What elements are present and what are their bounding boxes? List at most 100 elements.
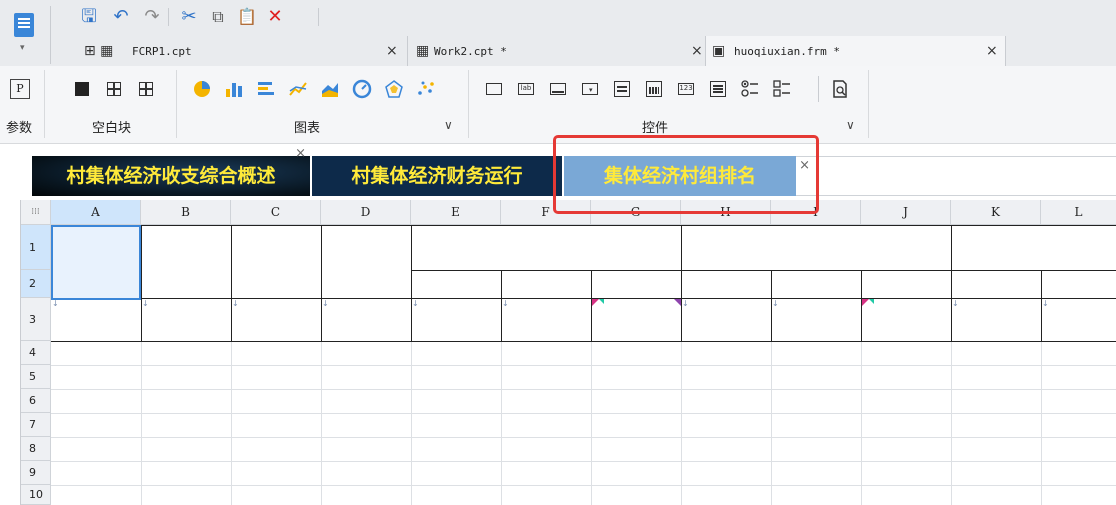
formula-marker [869, 299, 874, 304]
column-header[interactable]: K [951, 200, 1041, 225]
absolute-block-icon[interactable] [72, 79, 92, 99]
checkbox-group-widget-icon[interactable] [772, 79, 792, 99]
blank-block-group-label: 空白块 [92, 121, 132, 136]
scatter-chart-icon[interactable] [416, 79, 436, 99]
cell-border [141, 225, 142, 341]
bar-chart-icon[interactable] [224, 79, 244, 99]
chart-group-label: 图表 [294, 121, 321, 136]
delete-icon[interactable]: ✕ [264, 6, 286, 28]
divider [176, 70, 177, 138]
row-header[interactable]: 7 [21, 413, 51, 437]
cut-icon[interactable]: ✂ [178, 6, 200, 28]
tab-label: 村集体经济收支综合概述 [66, 165, 276, 187]
gauge-chart-icon[interactable] [352, 79, 372, 99]
undo-icon[interactable]: ↶ [110, 6, 132, 28]
app-menu-button[interactable]: ▾ [8, 7, 40, 63]
row-header[interactable]: 10 [21, 485, 51, 505]
condition-marker [674, 299, 681, 306]
report-file-icon: ⊞ ▦ [84, 43, 114, 59]
close-icon[interactable]: × [386, 43, 398, 59]
parameter-icon[interactable]: P [10, 79, 30, 99]
grid-line [231, 341, 232, 505]
row-header[interactable]: 6 [21, 389, 51, 413]
copy-icon[interactable]: ⧉ [207, 6, 229, 28]
grid-line [51, 437, 1116, 438]
file-tab-huoqiuxian[interactable]: ▣ huoqiuxian.frm * × [706, 36, 1006, 66]
grid-line [501, 341, 502, 505]
close-icon[interactable]: × [986, 43, 998, 59]
file-tab-fcrp1[interactable]: ⊞ ▦ FCRP1.cpt × [78, 36, 408, 66]
cell-border [411, 225, 412, 341]
date-widget-icon[interactable] [644, 79, 664, 99]
spreadsheet-grid[interactable]: ⁞⁞⁞ A B C D E F G H I J K L 1 2 3 4 5 6 … [20, 200, 1116, 505]
grid-line [141, 341, 142, 505]
cell-border [51, 341, 1116, 342]
expand-down-marker: ↓ [502, 299, 509, 308]
document-icon [14, 13, 34, 37]
row-header[interactable]: 5 [21, 365, 51, 389]
column-header[interactable]: L [1041, 200, 1116, 225]
paste-icon[interactable]: 📋 [236, 6, 258, 28]
horizontal-bar-chart-icon[interactable] [256, 79, 276, 99]
radio-group-widget-icon[interactable] [740, 79, 760, 99]
select-all-corner[interactable]: ⁞⁞⁞ [21, 200, 51, 225]
grid-line [591, 341, 592, 505]
line-chart-icon[interactable] [288, 79, 308, 99]
file-tab-work2[interactable]: ▦ Work2.cpt * × [408, 36, 706, 66]
text-area-widget-icon[interactable] [708, 79, 728, 99]
tab-block-icon[interactable] [136, 79, 156, 99]
grid-line [51, 485, 1116, 486]
save-icon[interactable]: 🖫 [78, 6, 100, 28]
row-header[interactable]: 2 [21, 270, 51, 298]
row-header[interactable]: 9 [21, 461, 51, 485]
column-header[interactable]: B [141, 200, 231, 225]
grid-line [411, 341, 412, 505]
chevron-down-icon: ▾ [20, 43, 25, 53]
divider [318, 8, 319, 26]
expand-down-marker: ↓ [412, 299, 419, 308]
condition-marker [862, 299, 869, 306]
column-header[interactable]: A [51, 200, 141, 225]
text-field-widget-icon[interactable] [548, 79, 568, 99]
column-header[interactable]: E [411, 200, 501, 225]
tab-summary-overview[interactable]: 村集体经济收支综合概述 × [32, 146, 310, 196]
cell-border [681, 225, 682, 341]
file-tab-label: huoqiuxian.frm * [734, 45, 840, 58]
column-header[interactable]: J [861, 200, 951, 225]
radar-chart-icon[interactable] [384, 79, 404, 99]
row-header[interactable]: 1 [21, 225, 51, 270]
cell-border [51, 225, 1116, 226]
tab-finance-operation[interactable]: 村集体经济财务运行 [312, 156, 562, 196]
number-widget-icon[interactable]: 123 [676, 79, 696, 99]
label-widget-icon[interactable]: lab [516, 79, 536, 99]
dropdown-widget-icon[interactable]: ▾ [580, 79, 600, 99]
file-tab-label: FCRP1.cpt [132, 45, 192, 58]
grid-line [951, 341, 952, 505]
preview-icon[interactable] [830, 79, 850, 99]
row-header[interactable]: 8 [21, 437, 51, 461]
redo-icon[interactable]: ↷ [141, 6, 163, 28]
cell-border [411, 270, 1116, 271]
grid-line [1041, 341, 1042, 505]
divider [50, 6, 51, 64]
area-chart-icon[interactable] [320, 79, 340, 99]
title-toolbar: ▾ 🖫 ↶ ↷ ✂ ⧉ 📋 ✕ ⊞ ▦ FCRP1.cpt × ▦ Work2.… [0, 0, 1116, 66]
list-widget-icon[interactable] [612, 79, 632, 99]
row-header[interactable]: 3 [21, 298, 51, 341]
close-icon[interactable]: × [691, 43, 703, 59]
row-header[interactable]: 4 [21, 341, 51, 365]
column-header[interactable]: C [231, 200, 321, 225]
pie-chart-icon[interactable] [192, 79, 212, 99]
report-file-icon: ▦ [416, 43, 430, 59]
chevron-down-icon[interactable]: ∨ [444, 118, 453, 132]
grid-line [51, 461, 1116, 462]
selected-cell[interactable] [51, 225, 141, 300]
grid-line [771, 341, 772, 505]
grid-line [861, 341, 862, 505]
split-block-icon[interactable] [104, 79, 124, 99]
divider [818, 76, 819, 102]
column-header[interactable]: D [321, 200, 411, 225]
close-icon[interactable]: × [295, 146, 306, 162]
button-widget-icon[interactable] [484, 79, 504, 99]
chevron-down-icon[interactable]: ∨ [846, 118, 855, 132]
